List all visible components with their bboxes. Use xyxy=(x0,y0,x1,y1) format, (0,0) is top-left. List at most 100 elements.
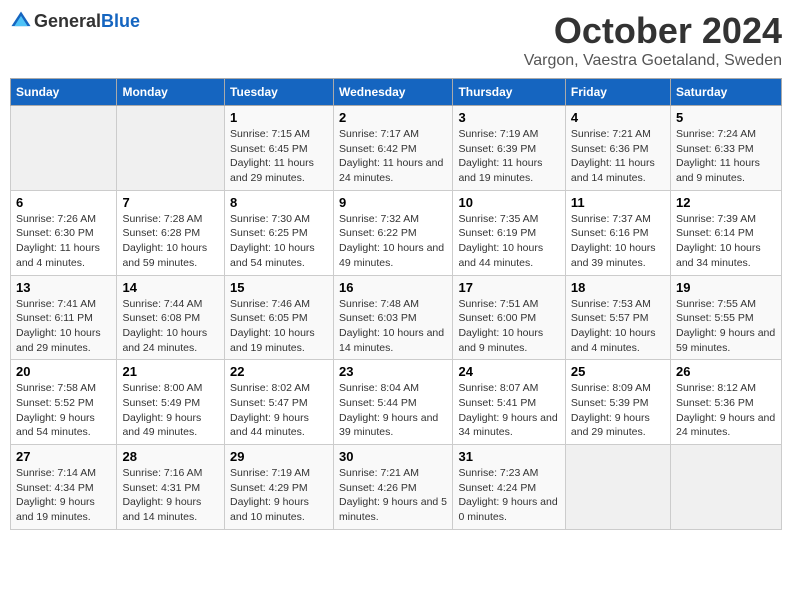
calendar-cell: 27 Sunrise: 7:14 AMSunset: 4:34 PMDayligh… xyxy=(11,445,117,530)
day-number: 14 xyxy=(122,280,219,295)
calendar-cell: 17Sunrise: 7:51 AMSunset: 6:00 PMDayligh… xyxy=(453,275,565,360)
cell-content: Sunrise: 7:16 AMSunset: 4:31 PMDaylight:… xyxy=(122,466,219,525)
day-number: 3 xyxy=(458,110,559,125)
week-row-2: 6 Sunrise: 7:26 AMSunset: 6:30 PMDaylight… xyxy=(11,190,782,275)
day-number: 5 xyxy=(676,110,776,125)
cell-content: Sunrise: 8:00 AMSunset: 5:49 PMDaylight:… xyxy=(122,381,219,440)
cell-content: Sunrise: 7:39 AMSunset: 6:14 PMDaylight:… xyxy=(676,212,776,271)
day-number: 10 xyxy=(458,195,559,210)
title-section: October 2024 Vargon, Vaestra Goetaland, … xyxy=(524,10,782,70)
calendar-cell: 18 Sunrise: 7:53 AMSunset: 5:57 PMDayligh… xyxy=(565,275,670,360)
day-header-wednesday: Wednesday xyxy=(334,79,453,106)
day-header-friday: Friday xyxy=(565,79,670,106)
calendar-cell: 22Sunrise: 8:02 AMSunset: 5:47 PMDayligh… xyxy=(225,360,334,445)
day-number: 27 xyxy=(16,449,111,464)
calendar-cell: 31 Sunrise: 7:23 AMSunset: 4:24 PMDayligh… xyxy=(453,445,565,530)
calendar-cell: 10Sunrise: 7:35 AMSunset: 6:19 PMDayligh… xyxy=(453,190,565,275)
cell-content: Sunrise: 8:04 AMSunset: 5:44 PMDaylight:… xyxy=(339,381,447,440)
cell-content: Sunrise: 7:24 AMSunset: 6:33 PMDaylight:… xyxy=(676,127,776,186)
cell-content: Sunrise: 7:41 AMSunset: 6:11 PMDaylight:… xyxy=(16,297,111,356)
day-header-monday: Monday xyxy=(117,79,225,106)
calendar-cell: 30 Sunrise: 7:21 AMSunset: 4:26 PMDayligh… xyxy=(334,445,453,530)
day-number: 17 xyxy=(458,280,559,295)
day-number: 16 xyxy=(339,280,447,295)
day-number: 7 xyxy=(122,195,219,210)
cell-content: Sunrise: 7:58 AMSunset: 5:52 PMDaylight:… xyxy=(16,381,111,440)
day-number: 11 xyxy=(571,195,665,210)
calendar-cell xyxy=(117,106,225,191)
calendar-cell: 5 Sunrise: 7:24 AMSunset: 6:33 PMDaylight… xyxy=(670,106,781,191)
cell-content: Sunrise: 7:28 AMSunset: 6:28 PMDaylight:… xyxy=(122,212,219,271)
calendar-cell xyxy=(670,445,781,530)
day-number: 21 xyxy=(122,364,219,379)
calendar-cell: 28Sunrise: 7:16 AMSunset: 4:31 PMDayligh… xyxy=(117,445,225,530)
cell-content: Sunrise: 7:14 AMSunset: 4:34 PMDaylight:… xyxy=(16,466,111,525)
cell-content: Sunrise: 7:23 AMSunset: 4:24 PMDaylight:… xyxy=(458,466,559,525)
calendar-cell: 13Sunrise: 7:41 AMSunset: 6:11 PMDayligh… xyxy=(11,275,117,360)
calendar-cell: 8 Sunrise: 7:30 AMSunset: 6:25 PMDaylight… xyxy=(225,190,334,275)
cell-content: Sunrise: 7:32 AMSunset: 6:22 PMDaylight:… xyxy=(339,212,447,271)
day-number: 4 xyxy=(571,110,665,125)
days-header-row: SundayMondayTuesdayWednesdayThursdayFrid… xyxy=(11,79,782,106)
cell-content: Sunrise: 7:19 AMSunset: 6:39 PMDaylight:… xyxy=(458,127,559,186)
calendar-cell: 25 Sunrise: 8:09 AMSunset: 5:39 PMDayligh… xyxy=(565,360,670,445)
calendar-cell: 9 Sunrise: 7:32 AMSunset: 6:22 PMDaylight… xyxy=(334,190,453,275)
cell-content: Sunrise: 7:26 AMSunset: 6:30 PMDaylight:… xyxy=(16,212,111,271)
cell-content: Sunrise: 7:21 AMSunset: 6:36 PMDaylight:… xyxy=(571,127,665,186)
calendar-cell: 21 Sunrise: 8:00 AMSunset: 5:49 PMDayligh… xyxy=(117,360,225,445)
logo: GeneralBlue xyxy=(10,10,140,32)
day-number: 9 xyxy=(339,195,447,210)
day-number: 1 xyxy=(230,110,328,125)
day-number: 8 xyxy=(230,195,328,210)
day-number: 18 xyxy=(571,280,665,295)
day-number: 30 xyxy=(339,449,447,464)
cell-content: Sunrise: 7:19 AMSunset: 4:29 PMDaylight:… xyxy=(230,466,328,525)
calendar-cell: 16 Sunrise: 7:48 AMSunset: 6:03 PMDayligh… xyxy=(334,275,453,360)
calendar-cell: 14 Sunrise: 7:44 AMSunset: 6:08 PMDayligh… xyxy=(117,275,225,360)
logo-icon xyxy=(10,10,32,32)
calendar-cell xyxy=(11,106,117,191)
calendar-cell: 11Sunrise: 7:37 AMSunset: 6:16 PMDayligh… xyxy=(565,190,670,275)
calendar-cell xyxy=(565,445,670,530)
day-number: 23 xyxy=(339,364,447,379)
calendar-cell: 7 Sunrise: 7:28 AMSunset: 6:28 PMDaylight… xyxy=(117,190,225,275)
calendar-cell: 29 Sunrise: 7:19 AMSunset: 4:29 PMDayligh… xyxy=(225,445,334,530)
day-header-saturday: Saturday xyxy=(670,79,781,106)
day-header-tuesday: Tuesday xyxy=(225,79,334,106)
day-number: 12 xyxy=(676,195,776,210)
calendar-cell: 6 Sunrise: 7:26 AMSunset: 6:30 PMDaylight… xyxy=(11,190,117,275)
day-number: 2 xyxy=(339,110,447,125)
calendar-cell: 1 Sunrise: 7:15 AMSunset: 6:45 PMDaylight… xyxy=(225,106,334,191)
cell-content: Sunrise: 8:12 AMSunset: 5:36 PMDaylight:… xyxy=(676,381,776,440)
day-header-sunday: Sunday xyxy=(11,79,117,106)
cell-content: Sunrise: 7:21 AMSunset: 4:26 PMDaylight:… xyxy=(339,466,447,525)
day-number: 29 xyxy=(230,449,328,464)
cell-content: Sunrise: 7:53 AMSunset: 5:57 PMDaylight:… xyxy=(571,297,665,356)
day-number: 15 xyxy=(230,280,328,295)
calendar-subtitle: Vargon, Vaestra Goetaland, Sweden xyxy=(524,52,782,70)
cell-content: Sunrise: 7:48 AMSunset: 6:03 PMDaylight:… xyxy=(339,297,447,356)
day-number: 26 xyxy=(676,364,776,379)
cell-content: Sunrise: 8:02 AMSunset: 5:47 PMDaylight:… xyxy=(230,381,328,440)
calendar-cell: 4 Sunrise: 7:21 AMSunset: 6:36 PMDaylight… xyxy=(565,106,670,191)
day-number: 19 xyxy=(676,280,776,295)
week-row-3: 13Sunrise: 7:41 AMSunset: 6:11 PMDayligh… xyxy=(11,275,782,360)
cell-content: Sunrise: 7:15 AMSunset: 6:45 PMDaylight:… xyxy=(230,127,328,186)
day-number: 31 xyxy=(458,449,559,464)
week-row-5: 27 Sunrise: 7:14 AMSunset: 4:34 PMDayligh… xyxy=(11,445,782,530)
calendar-cell: 2Sunrise: 7:17 AMSunset: 6:42 PMDaylight… xyxy=(334,106,453,191)
calendar-title: October 2024 xyxy=(524,10,782,52)
day-number: 25 xyxy=(571,364,665,379)
day-number: 6 xyxy=(16,195,111,210)
cell-content: Sunrise: 8:07 AMSunset: 5:41 PMDaylight:… xyxy=(458,381,559,440)
calendar-table: SundayMondayTuesdayWednesdayThursdayFrid… xyxy=(10,78,782,530)
day-header-thursday: Thursday xyxy=(453,79,565,106)
calendar-cell: 26 Sunrise: 8:12 AMSunset: 5:36 PMDayligh… xyxy=(670,360,781,445)
calendar-cell: 15Sunrise: 7:46 AMSunset: 6:05 PMDayligh… xyxy=(225,275,334,360)
calendar-cell: 20 Sunrise: 7:58 AMSunset: 5:52 PMDayligh… xyxy=(11,360,117,445)
cell-content: Sunrise: 7:44 AMSunset: 6:08 PMDaylight:… xyxy=(122,297,219,356)
day-number: 20 xyxy=(16,364,111,379)
cell-content: Sunrise: 7:30 AMSunset: 6:25 PMDaylight:… xyxy=(230,212,328,271)
calendar-cell: 19Sunrise: 7:55 AMSunset: 5:55 PMDayligh… xyxy=(670,275,781,360)
cell-content: Sunrise: 8:09 AMSunset: 5:39 PMDaylight:… xyxy=(571,381,665,440)
